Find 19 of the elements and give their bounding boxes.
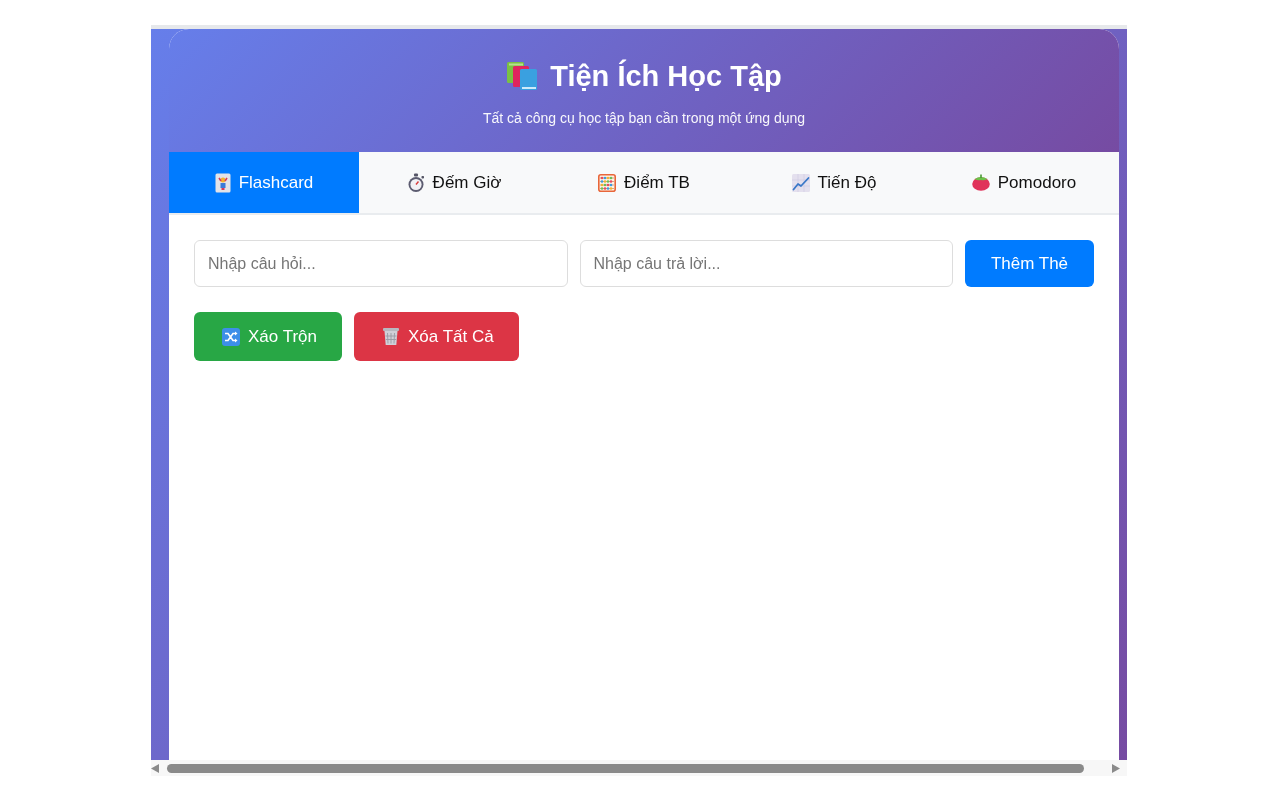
tomato-icon	[971, 174, 990, 191]
shuffle-icon	[222, 327, 240, 346]
playing-card-icon	[214, 172, 231, 193]
app-title: Tiện Ích Học Tập	[550, 58, 782, 94]
stopwatch-icon	[406, 172, 425, 193]
scroll-right-icon[interactable]	[1112, 763, 1120, 773]
app-subtitle: Tất cả công cụ học tập bạn cần trong một ứng dụng	[482, 110, 806, 126]
books-icon	[506, 61, 539, 91]
clear-all-button[interactable]: Xóa Tất Cả	[354, 312, 519, 361]
scroll-left-icon[interactable]	[151, 763, 159, 773]
scrollbar-thumb[interactable]	[167, 763, 1084, 773]
horizontal-scrollbar[interactable]	[151, 760, 1127, 776]
abacus-icon	[598, 173, 617, 192]
line-chart-icon	[791, 173, 810, 192]
tab[interactable]: Flashcard	[169, 152, 359, 213]
question-input[interactable]: Nhập câu hỏi...	[194, 240, 568, 287]
wastebasket-icon	[382, 327, 400, 346]
add-card-button[interactable]: Thêm Thẻ	[965, 240, 1094, 287]
answer-input[interactable]: Nhập câu trả lời...	[579, 240, 953, 287]
